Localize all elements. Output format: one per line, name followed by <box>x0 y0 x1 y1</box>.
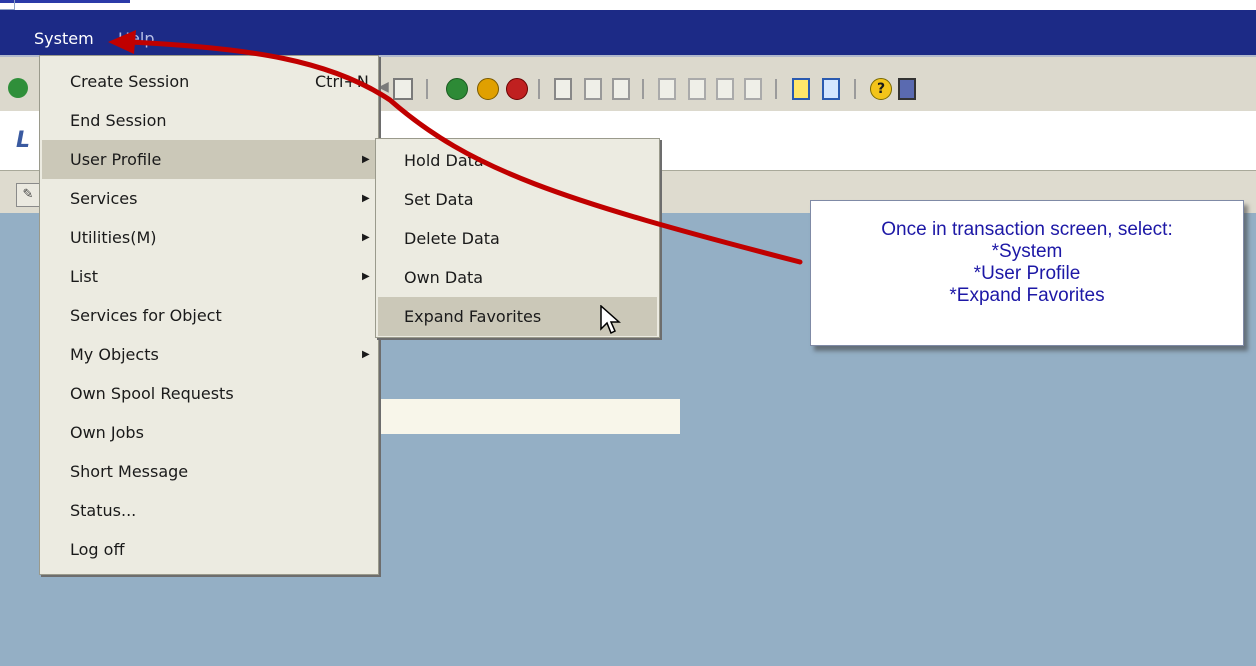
edit-icon[interactable]: ✎ <box>16 183 40 207</box>
submenu-item-delete-data[interactable]: Delete Data <box>378 219 657 258</box>
submenu-arrow-icon: ▶ <box>362 193 370 204</box>
callout-line: *User Profile <box>973 263 1081 284</box>
menu-item-label: Services <box>70 189 138 208</box>
find-next-icon[interactable] <box>612 78 630 100</box>
submenu-arrow-icon: ▶ <box>362 232 370 243</box>
menu-item-label: Status... <box>70 501 137 520</box>
window-top-strip <box>0 0 1256 10</box>
menu-item-shortcut: Ctrl+N <box>315 72 369 91</box>
transaction-input[interactable] <box>378 399 680 434</box>
last-page-icon[interactable] <box>744 78 762 100</box>
shortcut-icon[interactable] <box>822 78 840 100</box>
submenu-item-label: Set Data <box>404 190 474 209</box>
submenu-item-label: Delete Data <box>404 229 500 248</box>
menu-item-label: Short Message <box>70 462 189 481</box>
instruction-callout: Once in transaction screen, select: *Sys… <box>810 200 1244 346</box>
menu-item-short-message[interactable]: Short Message <box>42 452 376 491</box>
callout-line: Once in transaction screen, select: <box>881 219 1173 240</box>
system-menu: Create Session Ctrl+N End Session User P… <box>39 55 379 575</box>
submenu-arrow-icon: ▶ <box>362 271 370 282</box>
menu-item-own-spool-requests[interactable]: Own Spool Requests <box>42 374 376 413</box>
menu-item-label: Create Session <box>70 72 190 91</box>
submenu-arrow-icon: ▶ <box>362 349 370 360</box>
submenu-arrow-icon: ▶ <box>362 154 370 165</box>
save-icon[interactable] <box>393 78 413 100</box>
toolbar-separator <box>642 79 644 99</box>
toolbar-separator <box>538 79 540 99</box>
menu-item-create-session[interactable]: Create Session Ctrl+N <box>42 62 376 101</box>
submenu-item-label: Expand Favorites <box>404 307 542 326</box>
submenu-item-own-data[interactable]: Own Data <box>378 258 657 297</box>
command-field-arrow-icon[interactable]: ◀ <box>378 79 389 95</box>
submenu-item-set-data[interactable]: Set Data <box>378 180 657 219</box>
cancel-icon[interactable] <box>506 78 528 100</box>
toolbar-separator <box>775 79 777 99</box>
callout-line: *System <box>991 241 1063 262</box>
next-page-icon[interactable] <box>716 78 734 100</box>
menu-system[interactable]: System <box>34 29 94 48</box>
back-icon[interactable] <box>446 78 468 100</box>
menu-help[interactable]: Help <box>118 29 154 48</box>
toolbar-separator <box>854 79 856 99</box>
menu-item-label: List <box>70 267 98 286</box>
menu-item-label: My Objects <box>70 345 159 364</box>
menu-item-user-profile[interactable]: User Profile ▶ <box>42 140 376 179</box>
window-top-accent <box>0 0 130 3</box>
submenu-item-label: Own Data <box>404 268 484 287</box>
menu-item-label: End Session <box>70 111 167 130</box>
menu-item-my-objects[interactable]: My Objects ▶ <box>42 335 376 374</box>
menu-item-end-session[interactable]: End Session <box>42 101 376 140</box>
menu-item-label: Own Jobs <box>70 423 144 442</box>
previous-page-icon[interactable] <box>688 78 706 100</box>
menu-item-label: Utilities(M) <box>70 228 157 247</box>
find-icon[interactable] <box>584 78 602 100</box>
app-icon <box>0 0 15 10</box>
menu-item-services-for-object[interactable]: Services for Object <box>42 296 376 335</box>
menu-item-label: Log off <box>70 540 125 559</box>
exit-icon[interactable] <box>477 78 499 100</box>
callout-line: *Expand Favorites <box>949 285 1105 306</box>
menu-item-own-jobs[interactable]: Own Jobs <box>42 413 376 452</box>
create-session-icon[interactable] <box>792 78 810 100</box>
layout-icon[interactable] <box>898 78 916 100</box>
first-page-icon[interactable] <box>658 78 676 100</box>
menu-bar: System Help <box>0 10 1256 55</box>
menu-item-label: Services for Object <box>70 306 222 325</box>
menu-item-utilities[interactable]: Utilities(M) ▶ <box>42 218 376 257</box>
page-title: L <box>16 128 31 153</box>
menu-item-label: Own Spool Requests <box>70 384 234 403</box>
enter-icon[interactable] <box>8 78 28 98</box>
menu-item-status[interactable]: Status... <box>42 491 376 530</box>
toolbar-separator <box>426 79 428 99</box>
print-icon[interactable] <box>554 78 572 100</box>
menu-item-services[interactable]: Services ▶ <box>42 179 376 218</box>
submenu-item-label: Hold Data <box>404 151 484 170</box>
menu-item-label: User Profile <box>70 150 162 169</box>
menu-item-list[interactable]: List ▶ <box>42 257 376 296</box>
help-icon[interactable]: ? <box>870 78 892 100</box>
submenu-item-hold-data[interactable]: Hold Data <box>378 141 657 180</box>
mouse-cursor-icon <box>600 305 621 335</box>
menu-item-log-off[interactable]: Log off <box>42 530 376 569</box>
